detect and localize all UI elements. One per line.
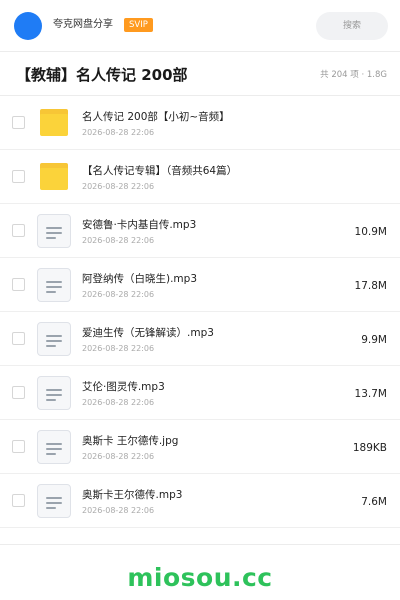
document-icon — [37, 214, 71, 248]
page-title: 【教辅】名人传记 200部 — [16, 66, 188, 84]
list-item[interactable]: 艾伦·图灵传.mp3 2026-08-28 22:06 13.7M — [0, 366, 400, 420]
avatar[interactable] — [14, 12, 42, 40]
file-date: 2026-08-28 22:06 — [82, 128, 155, 137]
folder-meta: 共 204 项 · 1.8G — [320, 70, 387, 80]
list-item[interactable]: 安德鲁·卡内基自传.mp3 2026-08-28 22:06 10.9M — [0, 204, 400, 258]
file-size: 10.9M — [354, 226, 387, 238]
file-name: 【名人传记专辑】（音频共64篇） — [82, 165, 238, 177]
folder-icon — [37, 160, 71, 194]
list-item[interactable]: 奥斯卡王尔德传.mp3 2026-08-28 22:06 7.6M — [0, 474, 400, 528]
file-date: 2026-08-28 22:06 — [82, 398, 155, 407]
file-list: 名人传记 200部【小初~音频】 2026-08-28 22:06 【名人传记专… — [0, 96, 400, 528]
document-icon — [37, 376, 71, 410]
document-icon — [37, 322, 71, 356]
app-name: 夸克网盘分享 — [53, 19, 113, 30]
row-checkbox[interactable] — [12, 278, 25, 291]
folder-title-bar: 【教辅】名人传记 200部 共 204 项 · 1.8G — [0, 52, 400, 96]
document-icon — [37, 268, 71, 302]
row-checkbox[interactable] — [12, 494, 25, 507]
watermark: miosou.cc — [127, 563, 273, 592]
list-item[interactable]: 【名人传记专辑】（音频共64篇） 2026-08-28 22:06 — [0, 150, 400, 204]
document-icon — [37, 484, 71, 518]
file-name: 奥斯卡王尔德传.mp3 — [82, 489, 183, 501]
file-size: 13.7M — [354, 388, 387, 400]
file-date: 2026-08-28 22:06 — [82, 182, 155, 191]
file-date: 2026-08-28 22:06 — [82, 452, 155, 461]
file-name: 奥斯卡 王尔德传.jpg — [82, 435, 179, 447]
search-input[interactable]: 搜索 — [316, 12, 388, 40]
row-checkbox[interactable] — [12, 332, 25, 345]
svip-badge: SVIP — [124, 18, 153, 32]
file-name: 安德鲁·卡内基自传.mp3 — [82, 219, 197, 231]
file-name: 阿登纳传（白晓生).mp3 — [82, 273, 198, 285]
share-header: 夸克网盘分享 SVIP 搜索 — [0, 0, 400, 52]
folder-icon — [37, 106, 71, 140]
file-size: 189KB — [352, 442, 387, 454]
file-size: 7.6M — [361, 496, 387, 508]
row-checkbox[interactable] — [12, 170, 25, 183]
file-size: 17.8M — [354, 280, 387, 292]
row-checkbox[interactable] — [12, 224, 25, 237]
row-checkbox[interactable] — [12, 440, 25, 453]
footer-divider — [0, 544, 400, 545]
list-item[interactable]: 名人传记 200部【小初~音频】 2026-08-28 22:06 — [0, 96, 400, 150]
file-date: 2026-08-28 22:06 — [82, 236, 155, 245]
file-size: 9.9M — [361, 334, 387, 346]
row-checkbox[interactable] — [12, 386, 25, 399]
file-name: 爱迪生传（无锋解读）.mp3 — [82, 327, 214, 339]
file-date: 2026-08-28 22:06 — [82, 290, 155, 299]
file-name: 名人传记 200部【小初~音频】 — [82, 111, 230, 123]
list-item[interactable]: 爱迪生传（无锋解读）.mp3 2026-08-28 22:06 9.9M — [0, 312, 400, 366]
row-checkbox[interactable] — [12, 116, 25, 129]
file-name: 艾伦·图灵传.mp3 — [82, 381, 165, 393]
list-item[interactable]: 阿登纳传（白晓生).mp3 2026-08-28 22:06 17.8M — [0, 258, 400, 312]
file-date: 2026-08-28 22:06 — [82, 506, 155, 515]
document-icon — [37, 430, 71, 464]
file-date: 2026-08-28 22:06 — [82, 344, 155, 353]
list-item[interactable]: 奥斯卡 王尔德传.jpg 2026-08-28 22:06 189KB — [0, 420, 400, 474]
